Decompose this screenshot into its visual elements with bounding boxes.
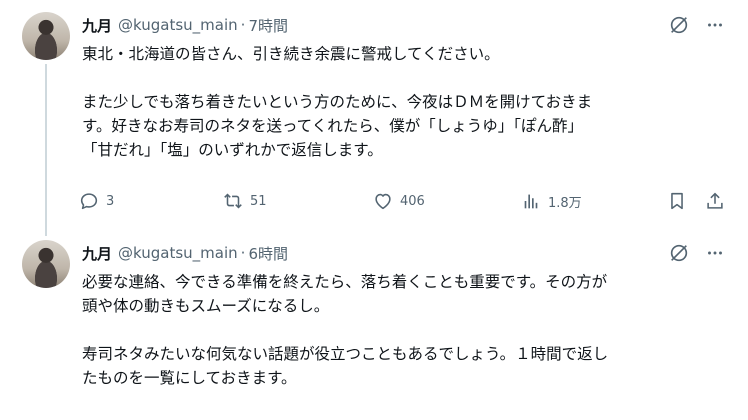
timestamp[interactable]: 7時間 [248, 15, 288, 36]
views-button[interactable]: 1.8万 [520, 189, 582, 213]
display-name[interactable]: 九月 [82, 243, 112, 264]
like-count: 406 [400, 193, 425, 209]
reply-count: 3 [106, 193, 115, 209]
views-count: 1.8万 [548, 195, 582, 211]
like-icon [375, 193, 391, 210]
repost-count: 51 [250, 193, 267, 209]
views-icon [524, 194, 538, 209]
user-handle[interactable]: @kugatsu_main [118, 244, 238, 262]
more-icon[interactable] [703, 242, 727, 264]
tweet-text: 必要な連絡、今できる準備を終えたら、落ち着くことも重要です。その方が 頭や体の動… [82, 270, 732, 390]
reply-icon [80, 193, 98, 210]
timestamp[interactable]: 6時間 [248, 243, 288, 264]
bookmark-icon [671, 192, 683, 210]
action-bar: 3 51 406 1.8万 [78, 189, 738, 213]
like-button[interactable]: 406 [372, 189, 425, 213]
tweet-line: また少しでも落ち着きたいという方のために、今夜はＤＭを開けておきま [82, 93, 593, 111]
repost-icon [224, 193, 242, 209]
avatar[interactable] [22, 12, 70, 60]
reply-button[interactable]: 3 [78, 189, 114, 213]
bookmark-button[interactable] [666, 189, 688, 213]
avatar[interactable] [22, 240, 70, 288]
tweet-line: 寿司ネタみたいな何気ない話題が役立つこともあるでしょう。１時間で返し [82, 345, 609, 363]
tweet-line: す。好きなお寿司のネタを送ってくれたら、僕が「しょうゆ」「ぽん酢」 [82, 117, 583, 135]
tweet-line: 必要な連絡、今できる準備を終えたら、落ち着くことも重要です。その方が [82, 273, 608, 291]
tweet-line: 頭や体の動きもスムーズになるし。 [82, 297, 330, 315]
grok-icon[interactable] [668, 14, 690, 36]
user-handle[interactable]: @kugatsu_main [118, 16, 238, 34]
tweet-header: 九月 @kugatsu_main · 6時間 [82, 242, 288, 264]
tweet-line: 東北・北海道の皆さん、引き続き余震に警戒してください。 [82, 45, 500, 63]
share-button[interactable] [704, 189, 726, 213]
display-name[interactable]: 九月 [82, 15, 112, 36]
tweet-line: 「甘だれ」「塩」のいずれかで返信します。 [82, 141, 383, 159]
tweet-2[interactable]: 九月 @kugatsu_main · 6時間 必要な連絡、今できる準備を終えたら… [0, 236, 748, 420]
tweet-text: 東北・北海道の皆さん、引き続き余震に警戒してください。 また少しでも落ち着きたい… [82, 42, 732, 162]
share-icon [707, 192, 723, 209]
grok-icon[interactable] [668, 242, 690, 264]
repost-button[interactable]: 51 [222, 189, 267, 213]
more-icon[interactable] [703, 14, 727, 36]
tweet-header: 九月 @kugatsu_main · 7時間 [82, 14, 288, 36]
tweet-1[interactable]: 九月 @kugatsu_main · 7時間 東北・北海道の皆さん、引き続き余震… [0, 0, 748, 236]
thread-line [45, 64, 47, 236]
separator-dot: · [240, 244, 246, 262]
tweet-line: たものを一覧にしておきます。 [82, 369, 297, 387]
separator-dot: · [240, 16, 246, 34]
